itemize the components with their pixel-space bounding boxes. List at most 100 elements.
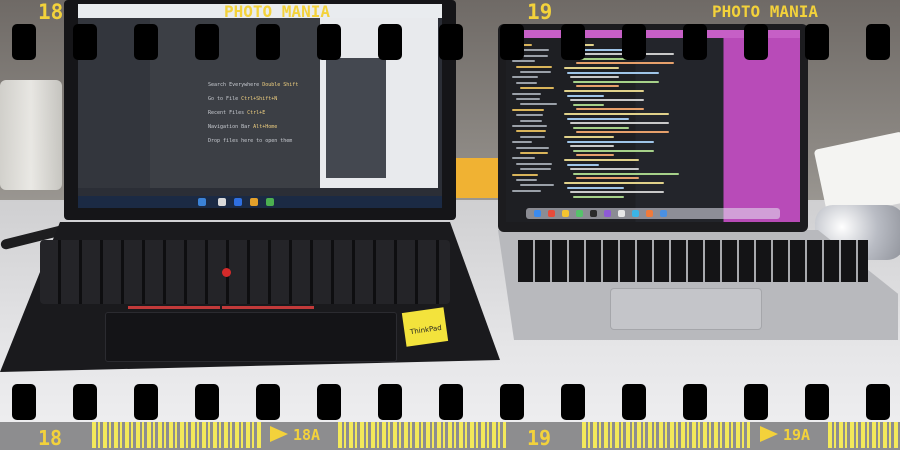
code-line	[567, 71, 659, 74]
code-line	[567, 163, 599, 166]
frame-number: 19	[527, 426, 552, 450]
sprocket-hole	[683, 24, 707, 60]
file-tree-line	[520, 168, 551, 171]
frame-arrow-icon	[760, 426, 778, 442]
code-line	[570, 145, 614, 148]
thinkpad-keyboard	[40, 240, 450, 304]
sprocket-hole	[561, 384, 585, 420]
windows-start-icon	[198, 198, 206, 206]
file-tree-line	[520, 71, 551, 73]
taskbar-app-icon	[218, 198, 226, 206]
frame-arrow-icon	[270, 426, 288, 442]
ide-hint-line: Go to File Ctrl+Shift+N	[208, 96, 278, 102]
macbook-keyboard	[518, 240, 868, 282]
film-brand-label: PHOTO MANIA	[224, 2, 330, 21]
ide-hint-line: Recent Files Ctrl+E	[208, 110, 266, 116]
code-line	[567, 140, 654, 143]
sprocket-hole	[805, 24, 829, 60]
sprocket-hole	[195, 24, 219, 60]
file-tree-line	[516, 81, 537, 84]
file-tree-line	[512, 141, 532, 144]
sprocket-hole	[73, 384, 97, 420]
code-line	[570, 191, 664, 194]
sprocket-hole	[256, 384, 280, 420]
macos-dock	[526, 208, 780, 219]
sprocket-hole	[73, 24, 97, 60]
file-tree-line	[516, 130, 546, 133]
file-tree-line	[520, 103, 557, 106]
file-tree-line	[516, 65, 552, 68]
file-tree-line	[512, 76, 538, 79]
code-line	[576, 177, 639, 180]
file-tree-line	[520, 184, 554, 187]
sprocket-hole	[439, 384, 463, 420]
dock-app-icon	[660, 210, 667, 217]
yellow-box	[456, 158, 500, 198]
sprocket-hole	[744, 24, 768, 60]
dock-app-icon	[534, 210, 541, 217]
file-tree-line	[512, 157, 535, 160]
code-line	[573, 126, 629, 129]
code-line	[570, 168, 639, 171]
sprocket-hole	[866, 24, 890, 60]
dock-app-icon	[604, 210, 611, 217]
code-line	[573, 172, 679, 175]
sprocket-hole	[12, 384, 36, 420]
taskbar-app-icon	[266, 198, 274, 206]
sprocket-hole	[256, 24, 280, 60]
file-tree-line	[516, 146, 549, 149]
ide-hint-line: Search Everywhere Double Shift	[208, 82, 299, 88]
taskbar-app-icon	[250, 198, 258, 206]
code-line	[564, 182, 664, 184]
dock-app-icon	[562, 210, 569, 217]
dock-app-icon	[618, 210, 625, 217]
frame-sub-number: 19A	[783, 426, 811, 444]
file-tree-line	[520, 87, 554, 90]
file-tree-line	[516, 162, 552, 165]
sprocket-hole	[561, 24, 585, 60]
dock-app-icon	[576, 210, 583, 217]
sprocket-hole	[195, 384, 219, 420]
ide-hint-line: Navigation Bar Alt+Home	[208, 124, 278, 130]
sprocket-hole	[317, 24, 341, 60]
code-line	[570, 76, 619, 79]
code-line	[564, 67, 619, 69]
sprocket-hole	[622, 24, 646, 60]
macbook-trackpad	[610, 288, 762, 330]
windows-taskbar	[78, 196, 442, 208]
file-tree-line	[520, 135, 545, 138]
sprocket-hole	[500, 24, 524, 60]
code-line	[573, 149, 654, 152]
sprocket-hole	[683, 384, 707, 420]
code-line	[564, 113, 669, 115]
code-line	[573, 195, 624, 198]
film-brand-label: PHOTO MANIA	[712, 2, 818, 21]
frame-sub-number: 18A	[293, 426, 321, 444]
code-line	[573, 80, 659, 83]
sprocket-hole	[622, 384, 646, 420]
code-line	[570, 122, 669, 125]
code-line	[567, 94, 604, 97]
frame-number: 18	[38, 0, 64, 24]
ide-popup	[326, 58, 386, 178]
code-line	[564, 90, 644, 92]
dock-app-icon	[632, 210, 639, 217]
film-dx-barcode	[828, 422, 900, 448]
ide-hint-line: Drop files here to open them	[208, 138, 293, 144]
file-tree-line	[512, 189, 541, 192]
glass-jar	[0, 80, 62, 190]
dock-app-icon	[590, 210, 597, 217]
code-line	[567, 186, 624, 189]
file-tree-line	[512, 173, 538, 176]
film-dx-barcode	[338, 422, 506, 448]
file-tree-line	[516, 114, 543, 117]
sprocket-hole	[12, 24, 36, 60]
sprocket-hole	[317, 384, 341, 420]
thinkpad-touchpad	[105, 312, 397, 362]
frame-number: 19	[527, 0, 553, 24]
file-tree-line	[512, 92, 541, 95]
file-tree-line	[520, 152, 548, 154]
file-tree-line	[512, 108, 544, 111]
file-tree-line	[512, 125, 547, 127]
sprocket-hole	[134, 24, 158, 60]
